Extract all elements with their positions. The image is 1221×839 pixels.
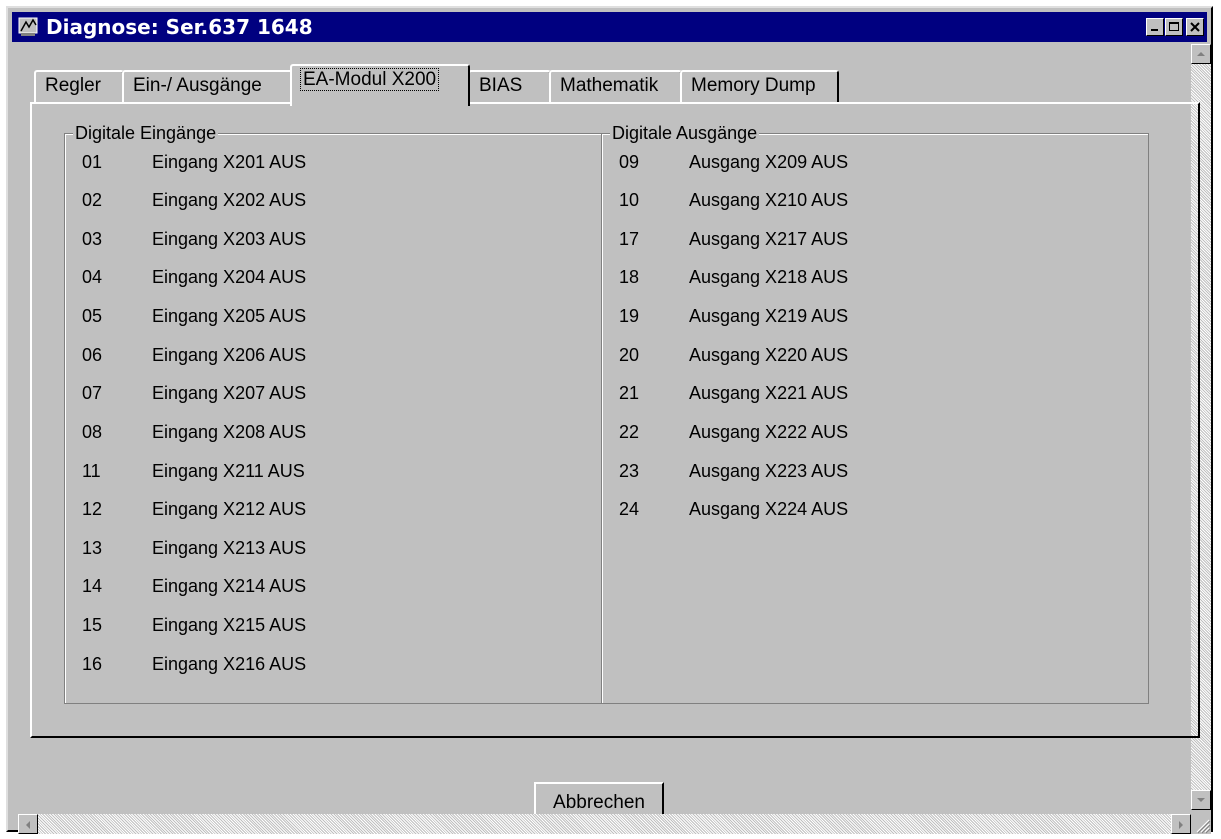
row-label: Eingang X205 AUS: [152, 306, 307, 326]
row-label: Eingang X204 AUS: [152, 267, 307, 287]
tab-ein-ausgaenge[interactable]: Ein-/ Ausgänge: [122, 70, 293, 104]
tab-label: Ein-/ Ausgänge: [133, 75, 262, 96]
row-label: Eingang X201 AUS: [152, 152, 307, 172]
row-number: 05: [82, 306, 103, 326]
row-number: 04: [82, 267, 103, 287]
tab-label: BIAS: [479, 75, 523, 96]
arrow-right-icon: [1179, 821, 1183, 829]
tab-label: EA-Modul X200: [299, 68, 440, 91]
row-number: 12: [82, 499, 103, 519]
row-label: Eingang X206 AUS: [152, 345, 307, 365]
row-label: Eingang X208 AUS: [152, 422, 307, 442]
row-number: 08: [82, 422, 103, 442]
tab-regler[interactable]: Regler: [34, 70, 124, 104]
scroll-right-button[interactable]: [1171, 814, 1191, 834]
group-title: Digitale Ausgänge: [610, 123, 760, 143]
row-number: 15: [82, 615, 103, 635]
row-label: Eingang X203 AUS: [152, 229, 307, 249]
row-label: Ausgang X223 AUS: [689, 461, 849, 481]
row-number: 19: [619, 306, 640, 326]
row-label: Eingang X212 AUS: [152, 499, 307, 519]
row-number: 13: [82, 538, 103, 558]
row-label: Eingang X207 AUS: [152, 383, 307, 403]
row-label: Eingang X214 AUS: [152, 576, 307, 596]
digital-inputs-group: Digitale Eingänge 01 Eingang X201 AUS 02 E…: [64, 123, 602, 704]
row-number: 14: [82, 576, 103, 596]
row-label: Eingang X211 AUS: [152, 461, 305, 481]
row-number: 06: [82, 345, 103, 365]
row-number: 22: [619, 422, 640, 442]
row-number: 03: [82, 229, 103, 249]
tab-label: Regler: [45, 75, 101, 96]
arrow-left-icon: [26, 821, 30, 829]
minimize-icon: [1151, 29, 1158, 31]
row-number: 02: [82, 190, 103, 210]
scroll-down-button[interactable]: [1191, 790, 1211, 810]
row-label: Eingang X215 AUS: [152, 615, 307, 635]
tab-panel-ea-modul: Digitale Eingänge 01 Eingang X201 AUS 02 E…: [30, 102, 1200, 738]
row-number: 20: [619, 345, 640, 365]
digital-outputs-group: Digitale Ausgänge 09 Ausgang X209 AUS 10 A…: [601, 123, 1149, 704]
maximize-icon: [1169, 22, 1179, 31]
row-number: 07: [82, 383, 103, 403]
resize-grip[interactable]: [1191, 814, 1211, 834]
row-number: 10: [619, 190, 640, 210]
row-number: 17: [619, 229, 640, 249]
row-number: 24: [619, 499, 640, 519]
row-label: Ausgang X209 AUS: [689, 152, 849, 172]
row-number: 01: [82, 152, 103, 172]
group-title: Digitale Eingänge: [73, 123, 219, 143]
row-label: Eingang X216 AUS: [152, 654, 307, 674]
maximize-button[interactable]: [1165, 18, 1183, 36]
tab-ea-modul-x200[interactable]: EA-Modul X200: [290, 64, 470, 106]
row-label: Ausgang X218 AUS: [689, 267, 849, 287]
horizontal-scrollbar[interactable]: [18, 814, 1191, 834]
tab-bias[interactable]: BIAS: [468, 70, 551, 104]
row-label: Ausgang X219 AUS: [689, 306, 849, 326]
minimize-button[interactable]: [1146, 18, 1164, 36]
row-label: Eingang X213 AUS: [152, 538, 307, 558]
row-label: Ausgang X224 AUS: [689, 499, 849, 519]
row-number: 11: [82, 461, 101, 481]
diagnose-window: Diagnose: Ser.637 1648 Regler Ein-/ Ausg…: [6, 6, 1213, 834]
title-bar[interactable]: Diagnose: Ser.637 1648: [12, 12, 1207, 42]
row-number: 09: [619, 152, 640, 172]
diagnose-app-icon: [18, 17, 38, 36]
row-label: Ausgang X221 AUS: [689, 383, 849, 403]
row-label: Ausgang X217 AUS: [689, 229, 849, 249]
row-label: Ausgang X220 AUS: [689, 345, 849, 365]
tab-label: Memory Dump: [691, 75, 816, 96]
tab-mathematik[interactable]: Mathematik: [549, 70, 682, 104]
arrow-down-icon: [1197, 798, 1205, 802]
scroll-left-button[interactable]: [18, 814, 38, 834]
tab-memory-dump[interactable]: Memory Dump: [680, 70, 839, 104]
close-icon: [1190, 22, 1200, 32]
dialog-client-area: Regler Ein-/ Ausgänge EA-Modul X200 BIAS…: [12, 42, 1200, 826]
window-title: Diagnose: Ser.637 1648: [46, 15, 313, 39]
row-number: 23: [619, 461, 640, 481]
tab-label: Mathematik: [560, 75, 659, 96]
resize-grip-icon: [1196, 819, 1211, 834]
row-number: 21: [619, 383, 640, 403]
row-number: 18: [619, 267, 640, 287]
row-number: 16: [82, 654, 103, 674]
row-label: Ausgang X210 AUS: [689, 190, 849, 210]
scroll-up-button[interactable]: [1191, 44, 1211, 64]
close-button[interactable]: [1186, 18, 1204, 36]
row-label: Eingang X202 AUS: [152, 190, 307, 210]
row-label: Ausgang X222 AUS: [689, 422, 849, 442]
arrow-up-icon: [1197, 52, 1205, 56]
